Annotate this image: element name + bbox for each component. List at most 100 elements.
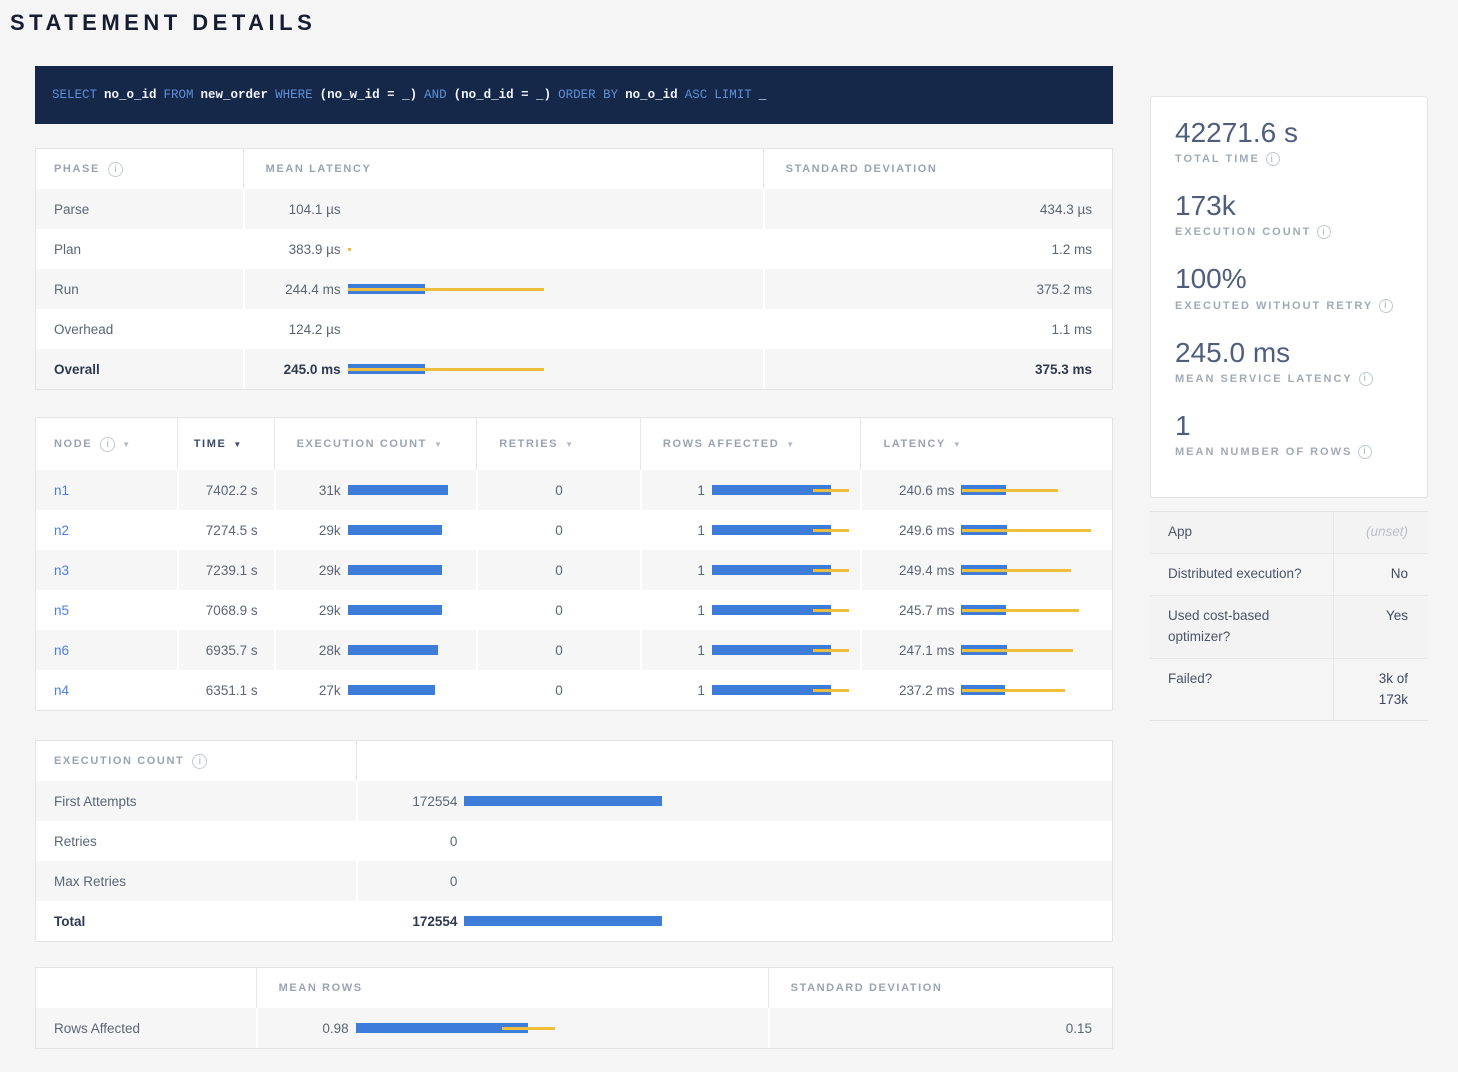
column-header-execution-count[interactable]: EXECUTION COUNT▼ xyxy=(274,418,477,470)
main-column: SELECTno_o_idFROMnew_orderWHERE(no_w_id … xyxy=(35,66,1113,1049)
details-value: Yes xyxy=(1333,596,1428,658)
column-header-label: MEAN LATENCY xyxy=(266,163,372,175)
sort-desc-icon: ▼ xyxy=(434,440,442,449)
info-icon[interactable]: i xyxy=(1358,445,1372,459)
node-execution-count-value: 27k xyxy=(284,683,341,698)
mean-latency-cell: 245.0 ms xyxy=(243,349,763,389)
info-icon[interactable]: i xyxy=(1359,372,1373,386)
node-link[interactable]: n6 xyxy=(54,643,69,658)
phase-label: Plan xyxy=(36,229,243,269)
info-icon[interactable]: i xyxy=(1379,299,1393,313)
sort-desc-icon: ▼ xyxy=(233,440,241,449)
node-rows-affected-value: 1 xyxy=(650,603,705,618)
mean-latency-bar xyxy=(348,363,544,375)
node-link[interactable]: n4 xyxy=(54,683,69,698)
node-rows-affected-bar-stddev-whisker xyxy=(813,569,849,572)
node-latency-bar-stddev-whisker xyxy=(962,569,1071,572)
column-header-retries[interactable]: RETRIES▼ xyxy=(476,418,640,470)
node-link[interactable]: n2 xyxy=(54,523,69,538)
node-latency-bar xyxy=(961,524,1098,536)
column-header-node[interactable]: NODEi▼ xyxy=(36,418,177,470)
mean-latency-value: 383.9 µs xyxy=(253,242,341,257)
content: SELECTno_o_idFROMnew_orderWHERE(no_w_id … xyxy=(0,66,1458,1049)
phase-table: PHASEiMEAN LATENCYSTANDARD DEVIATIONPars… xyxy=(35,148,1113,390)
execution-count-bar xyxy=(464,875,662,887)
execution-count-label: Retries xyxy=(36,821,356,861)
node-cell: n6 xyxy=(36,630,177,670)
info-icon[interactable]: i xyxy=(100,437,115,452)
execution-count-bar xyxy=(464,795,662,807)
column-header-latency[interactable]: LATENCY▼ xyxy=(860,418,1112,470)
column-header-time[interactable]: TIME ▼ xyxy=(177,418,274,470)
stddev-cell: 0.15 xyxy=(768,1008,1112,1048)
retries-value: 0 xyxy=(555,643,563,658)
execution-count-bar xyxy=(464,835,662,847)
sort-desc-icon: ▼ xyxy=(953,440,961,449)
execution-count-value: 0 xyxy=(366,834,457,849)
retries-cell: 0 xyxy=(476,550,640,590)
mean-latency-bar xyxy=(348,203,544,215)
phase-row: Run244.4 ms375.2 ms xyxy=(36,269,1112,309)
info-icon[interactable]: i xyxy=(1317,225,1331,239)
retries-cell: 0 xyxy=(476,670,640,710)
time-cell: 7402.2 s xyxy=(177,470,274,510)
node-execution-count-bar-mean xyxy=(348,605,442,615)
node-rows-affected-value: 1 xyxy=(650,683,705,698)
stat-label: EXECUTION COUNT i xyxy=(1175,225,1403,239)
sql-keyword: ORDER BY xyxy=(558,88,618,102)
execution-count-cell: 172554 xyxy=(356,901,1112,941)
execution-count-cell: 172554 xyxy=(356,781,1112,821)
time-value: 6351.1 s xyxy=(206,683,258,698)
mean-latency-value: 244.4 ms xyxy=(253,282,341,297)
info-icon[interactable]: i xyxy=(1266,152,1280,166)
node-rows-affected-bar-stddev-whisker xyxy=(813,609,849,612)
node-rows-affected-value: 1 xyxy=(650,523,705,538)
retries-value: 0 xyxy=(555,483,563,498)
stddev-value: 375.2 ms xyxy=(1036,282,1092,297)
summary-card: 42271.6 sTOTAL TIMEi 173k EXECUTION COUNT i… xyxy=(1150,96,1428,498)
details-label: Used cost-based optimizer? xyxy=(1150,596,1333,658)
node-rows-affected-bar xyxy=(712,604,849,616)
node-link[interactable]: n5 xyxy=(54,603,69,618)
info-icon[interactable]: i xyxy=(192,754,207,769)
section-header-spacer xyxy=(356,741,1112,781)
node-latency-bar xyxy=(961,644,1098,656)
side-column: 42271.6 sTOTAL TIMEi 173k EXECUTION COUNT i… xyxy=(1150,66,1428,1049)
stat-label-text: MEAN SERVICE LATENCY xyxy=(1175,373,1353,385)
node-cell: n4 xyxy=(36,670,177,710)
stat-value: 173k xyxy=(1175,190,1403,222)
stddev-cell: 1.2 ms xyxy=(763,229,1112,269)
rows-affected-table: MEAN ROWSSTANDARD DEVIATIONRows Affected… xyxy=(35,967,1113,1049)
execution-count-cell: 0 xyxy=(356,861,1112,901)
stat-label-text: MEAN NUMBER OF ROWS xyxy=(1175,446,1352,458)
node-row: n66935.7 s28k01247.1 ms xyxy=(36,630,1112,670)
stat-label-text: EXECUTION COUNT xyxy=(1175,226,1311,238)
node-row: n17402.2 s31k01240.6 ms xyxy=(36,470,1112,510)
node-latency-value: 247.1 ms xyxy=(870,643,954,658)
phase-label: Overhead xyxy=(36,309,243,349)
node-execution-count-value: 29k xyxy=(284,603,341,618)
stat-label: TOTAL TIMEi xyxy=(1175,152,1403,166)
details-value: No xyxy=(1333,554,1428,595)
node-row: n37239.1 s29k01249.4 ms xyxy=(36,550,1112,590)
details-value: 3k of 173k xyxy=(1333,659,1428,721)
summary-stat: 100%EXECUTED WITHOUT RETRYi xyxy=(1175,263,1403,312)
mean-latency-cell: 124.2 µs xyxy=(243,309,763,349)
phase-row: Overhead124.2 µs1.1 ms xyxy=(36,309,1112,349)
node-link[interactable]: n1 xyxy=(54,483,69,498)
column-header-label: TIME xyxy=(194,438,227,450)
retries-value: 0 xyxy=(555,563,563,578)
sql-identifier: no_o_id xyxy=(625,88,678,102)
node-link[interactable]: n3 xyxy=(54,563,69,578)
sql-keyword: AND xyxy=(424,88,447,102)
node-row: n27274.5 s29k01249.6 ms xyxy=(36,510,1112,550)
node-cell: n5 xyxy=(36,590,177,630)
stddev-cell: 375.2 ms xyxy=(763,269,1112,309)
info-icon[interactable]: i xyxy=(108,162,123,177)
stddev-cell: 375.3 ms xyxy=(763,349,1112,389)
execution-count-row: Retries 0 xyxy=(36,821,1112,861)
node-latency-value: 249.4 ms xyxy=(870,563,954,578)
column-header-rows-affected[interactable]: ROWS AFFECTED▼ xyxy=(640,418,861,470)
sql-keyword: SELECT xyxy=(52,88,97,102)
summary-stat: 42271.6 sTOTAL TIMEi xyxy=(1175,117,1403,166)
